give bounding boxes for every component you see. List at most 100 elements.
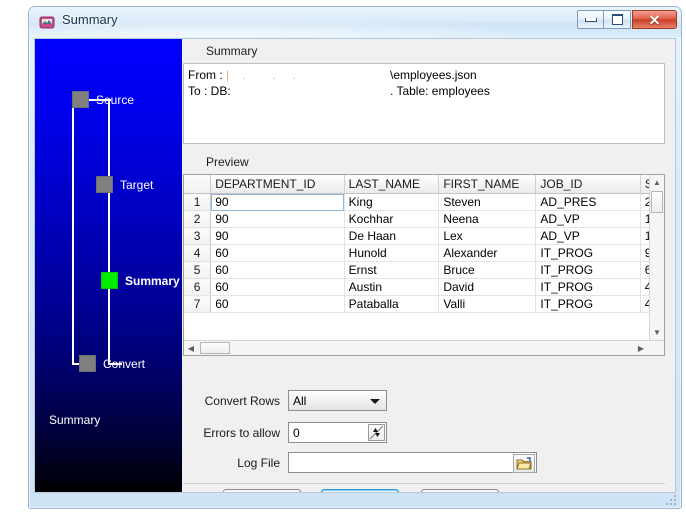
cell-department-id[interactable]: 90 [210,193,345,211]
convert-rows-select[interactable]: All [288,390,387,411]
cell-department-id[interactable]: 60 [210,278,345,296]
title-bar[interactable]: Summary ✕ [29,7,681,37]
sidebar-step-source[interactable]: Source [72,91,134,108]
table-row[interactable]: 6 60 Austin David IT_PROG 4800 DAUSTIN [184,278,664,296]
browse-folder-button[interactable] [513,454,535,473]
table-row[interactable]: 4 60 Hunold Alexander IT_PROG 9000 AHUNO… [184,244,664,262]
table-row[interactable]: 1 90 King Steven AD_PRES 24000 SKING [184,193,664,211]
column-header-first-name[interactable]: FIRST_NAME [438,175,537,194]
summary-to-value: . Table: employees [390,84,490,98]
next-button[interactable]: Next [321,489,399,492]
step-marker-source [72,91,89,108]
log-file-label: Log File [237,456,280,470]
step-label-summary: Summary [125,273,180,288]
preview-group-label: Preview [206,155,249,169]
column-header-job-id[interactable]: JOB_ID [535,175,641,194]
sidebar-step-summary[interactable]: Summary [101,272,180,289]
errors-to-allow-input[interactable]: 0 [288,422,387,443]
cell-job-id[interactable]: IT_PROG [535,278,641,296]
row-number: 5 [184,261,212,279]
cell-first-name[interactable]: Bruce [438,261,537,279]
cell-first-name[interactable]: Lex [438,227,537,245]
step-label-source: Source [96,92,135,107]
cell-first-name[interactable]: Valli [438,295,537,313]
step-label-convert: Convert [103,356,146,371]
step-marker-convert [79,355,96,372]
sidebar-step-target[interactable]: Target [96,176,153,193]
table-header-row: DEPARTMENT_ID LAST_NAME FIRST_NAME JOB_I… [184,175,664,194]
errors-to-allow-value: 0 [293,425,300,440]
cell-job-id[interactable]: AD_VP [535,227,641,245]
cell-department-id[interactable]: 90 [210,210,345,228]
scroll-down-icon[interactable]: ▼ [650,325,664,339]
close-button[interactable]: ✕ [632,10,677,29]
cell-job-id[interactable]: AD_PRES [535,193,641,211]
grid-vertical-scrollbar[interactable]: ▲ ▼ [649,175,664,355]
cell-department-id[interactable]: 90 [210,227,345,245]
step-marker-target [96,176,113,193]
row-number: 2 [184,210,212,228]
preview-table: DEPARTMENT_ID LAST_NAME FIRST_NAME JOB_I… [184,175,664,313]
application-window: Summary ✕ Source Target Summary Convert … [28,6,682,509]
cell-last-name[interactable]: King [344,193,440,211]
log-file-text[interactable] [289,453,514,472]
cell-first-name[interactable]: Neena [438,210,537,228]
screenshot-root: Summary ✕ Source Target Summary Convert … [0,0,686,519]
back-button[interactable]: Back [223,489,301,492]
cell-last-name[interactable]: Austin [344,278,440,296]
scroll-up-icon[interactable]: ▲ [650,175,664,189]
cell-department-id[interactable]: 60 [210,244,345,262]
log-file-input[interactable] [288,452,537,473]
chevron-down-icon [370,399,380,404]
minimize-icon [584,17,597,22]
cell-job-id[interactable]: AD_VP [535,210,641,228]
summary-from-value: \employees.json [390,68,477,82]
row-number: 7 [184,295,212,313]
cell-first-name[interactable]: Alexander [438,244,537,262]
convert-rows-label: Convert Rows [204,394,280,408]
client-area: Source Target Summary Convert Summary Su… [34,38,676,493]
minimize-button[interactable] [577,10,604,29]
scroll-left-icon[interactable]: ◀ [184,341,198,355]
summary-from-label: From : [188,68,226,82]
horizontal-scroll-thumb[interactable] [200,342,230,354]
scroll-right-icon[interactable]: ▶ [634,341,648,355]
wizard-sidebar: Source Target Summary Convert Summary [35,39,182,492]
step-marker-summary [101,272,118,289]
preview-grid[interactable]: DEPARTMENT_ID LAST_NAME FIRST_NAME JOB_I… [183,174,665,356]
maximize-button[interactable] [604,10,631,29]
summary-info-box: From : | . . . \employees.json To : DB: … [183,63,665,144]
maximize-icon [611,14,623,25]
window-controls: ✕ [577,10,677,29]
table-row[interactable]: 7 60 Pataballa Valli IT_PROG 4800 VPATAB… [184,295,664,313]
row-number: 1 [184,193,212,211]
cell-job-id[interactable]: IT_PROG [535,261,641,279]
cell-first-name[interactable]: Steven [438,193,537,211]
cell-department-id[interactable]: 60 [210,261,345,279]
cell-last-name[interactable]: Ernst [344,261,440,279]
wizard-connector-right [108,99,110,365]
resize-grip-icon[interactable] [665,493,677,505]
table-row[interactable]: 2 90 Kochhar Neena AD_VP 17000 NKOCHH [184,210,664,228]
cell-last-name[interactable]: Kochhar [344,210,440,228]
cell-first-name[interactable]: David [438,278,537,296]
cell-last-name[interactable]: De Haan [344,227,440,245]
cell-last-name[interactable]: Pataballa [344,295,440,313]
sidebar-step-convert[interactable]: Convert [79,355,145,372]
cell-last-name[interactable]: Hunold [344,244,440,262]
table-row[interactable]: 5 60 Ernst Bruce IT_PROG 6000 BERNST [184,261,664,279]
vertical-scroll-thumb[interactable] [651,191,663,213]
summary-from-redacted: | . . . [226,68,296,82]
column-header-department-id[interactable]: DEPARTMENT_ID [210,175,345,194]
cell-department-id[interactable]: 60 [210,295,345,313]
cancel-button[interactable]: Cancel [421,489,499,492]
grid-horizontal-scrollbar[interactable]: ◀ ▶ [184,340,664,355]
wizard-connector-left [72,101,74,365]
sidebar-footer-label: Summary [49,413,101,427]
step-label-target: Target [120,177,154,192]
table-row[interactable]: 3 90 De Haan Lex AD_VP 17000 LDEHAAN [184,227,664,245]
spinner-buttons[interactable] [368,424,385,441]
cell-job-id[interactable]: IT_PROG [535,244,641,262]
cell-job-id[interactable]: IT_PROG [535,295,641,313]
column-header-last-name[interactable]: LAST_NAME [344,175,440,194]
